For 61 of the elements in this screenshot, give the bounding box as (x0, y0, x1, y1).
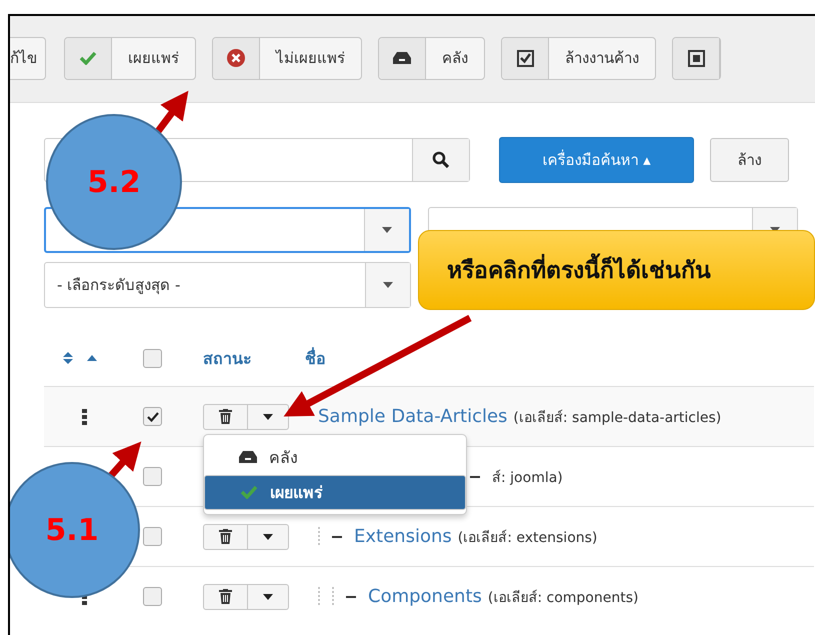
toolbar-button[interactable]: ก้ไข (10, 36, 46, 80)
trash-button[interactable] (203, 524, 248, 550)
caret-icon (382, 227, 392, 233)
trash-button[interactable] (203, 584, 248, 610)
column-header[interactable]: สถานะ (203, 346, 305, 370)
category-link[interactable]: Extensions (354, 526, 452, 547)
drag-handle-icon (82, 408, 88, 424)
check-icon (79, 51, 97, 65)
caret-icon (263, 594, 273, 600)
sort-ascending-icon (86, 354, 98, 362)
alias-text: ส์: joomla) (492, 468, 563, 488)
trash-button[interactable] (203, 404, 248, 430)
check-icon (240, 485, 258, 499)
sort-icon (62, 351, 74, 365)
alias-text: (เอเลียส์: sample-data-articles) (513, 408, 722, 428)
toolbar-button[interactable]: ไม่เผยแพร่ (212, 36, 362, 80)
checkbox-icon (516, 50, 534, 66)
dash-icon (346, 596, 356, 598)
tree-guide-icon (332, 586, 334, 606)
annotation-tooltip: หรือคลิกที่ตรงนี้ก็ได้เช่นกัน (418, 230, 815, 310)
square-icon (688, 50, 704, 66)
menu-item[interactable]: คลัง (204, 440, 466, 474)
toolbar-button[interactable]: เผยแพร่ (64, 36, 196, 80)
column-header[interactable]: ชื่อ (305, 346, 326, 370)
row-checkbox[interactable] (143, 407, 162, 426)
alias-text: (เอเลียส์: extensions) (458, 528, 598, 548)
tree-guide-icon (318, 526, 320, 546)
category-link[interactable]: Sample Data-Articles (318, 406, 508, 427)
dropdown-toggle-button[interactable] (248, 404, 289, 430)
search-icon (432, 151, 450, 169)
dropdown-toggle-button[interactable] (248, 584, 289, 610)
menu-item[interactable]: เผยแพร่ (204, 474, 466, 510)
step-badge: 5.2 (46, 114, 182, 250)
dropdown-toggle-button[interactable] (248, 524, 289, 550)
x-circle-icon (227, 49, 245, 67)
row-checkbox[interactable] (143, 527, 162, 546)
trash-icon (219, 529, 232, 544)
caret-icon (383, 282, 393, 288)
toolbar-button[interactable] (672, 36, 721, 80)
row-checkbox[interactable] (143, 587, 162, 606)
row-checkbox[interactable] (143, 467, 162, 486)
select-field[interactable]: - เลือกระดับสูงสุด - (44, 262, 411, 308)
search-tools-button[interactable]: เครื่องมือค้นหา ▴ (499, 137, 694, 183)
toolbar-button[interactable]: คลัง (378, 36, 485, 80)
drawer-icon (393, 52, 411, 64)
check-icon (146, 412, 158, 422)
tree-guide-icon (318, 586, 320, 606)
drawer-icon (239, 451, 257, 463)
trash-icon (219, 589, 232, 604)
caret-icon (263, 414, 273, 420)
select-all-checkbox[interactable] (143, 348, 162, 368)
category-link[interactable]: Components (368, 586, 482, 607)
alias-text: (เอเลียส์: components) (488, 588, 638, 608)
toolbar-button[interactable]: ล้างงานค้าง (501, 36, 656, 80)
dash-icon (470, 476, 480, 478)
select-field[interactable] (44, 207, 411, 253)
trash-icon (219, 409, 232, 424)
caret-icon (263, 534, 273, 540)
dash-icon (332, 536, 342, 538)
step-badge: 5.1 (10, 462, 140, 598)
clear-button[interactable]: ล้าง (710, 138, 789, 182)
